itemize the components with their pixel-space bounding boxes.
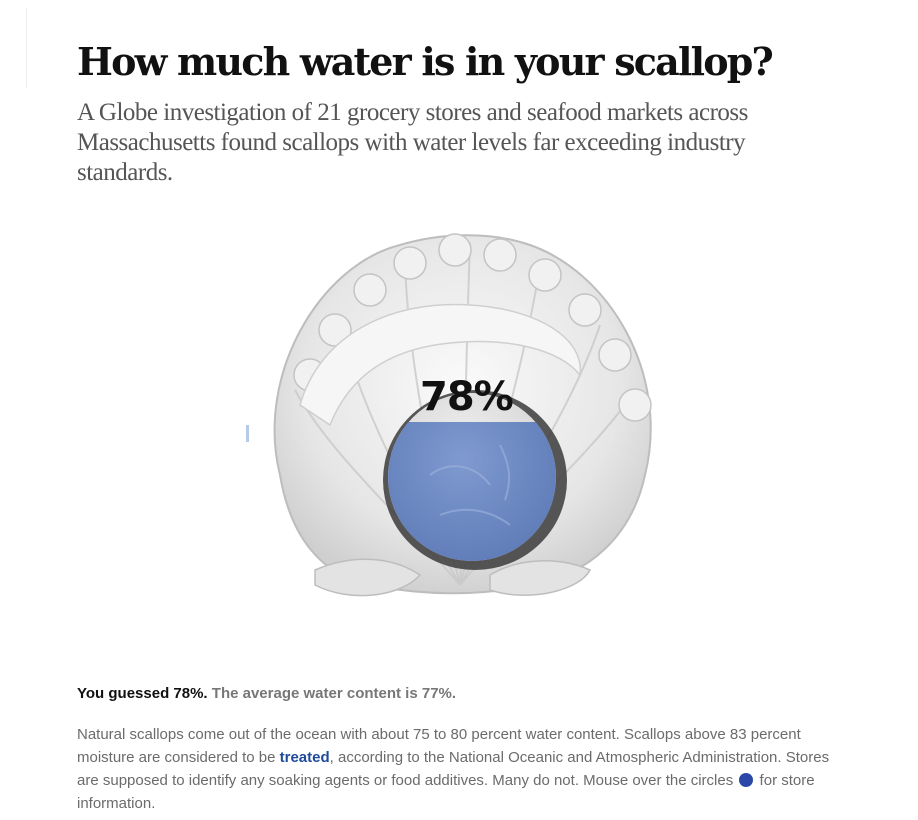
result-line: You guessed 78%. The average water conte… — [77, 684, 456, 704]
scallop-shell-icon — [273, 233, 652, 597]
blue-circle-icon — [739, 773, 754, 787]
page-subtitle: A Globe investigation of 21 grocery stor… — [77, 99, 748, 186]
average-result-text: The average water content is 77%. — [211, 685, 457, 702]
guess-slider-handle[interactable] — [246, 425, 249, 442]
explanation-paragraph: Natural scallops come out of the ocean w… — [77, 723, 852, 815]
page-edge-line — [26, 8, 27, 88]
treated-link[interactable]: treated — [280, 749, 330, 766]
page-title: How much water is in your scallop? — [77, 39, 774, 84]
guess-percentage-label: 78% — [420, 374, 514, 420]
scallop-graphic[interactable] — [240, 225, 680, 625]
guess-result-text: You guessed 78%. — [77, 685, 208, 702]
